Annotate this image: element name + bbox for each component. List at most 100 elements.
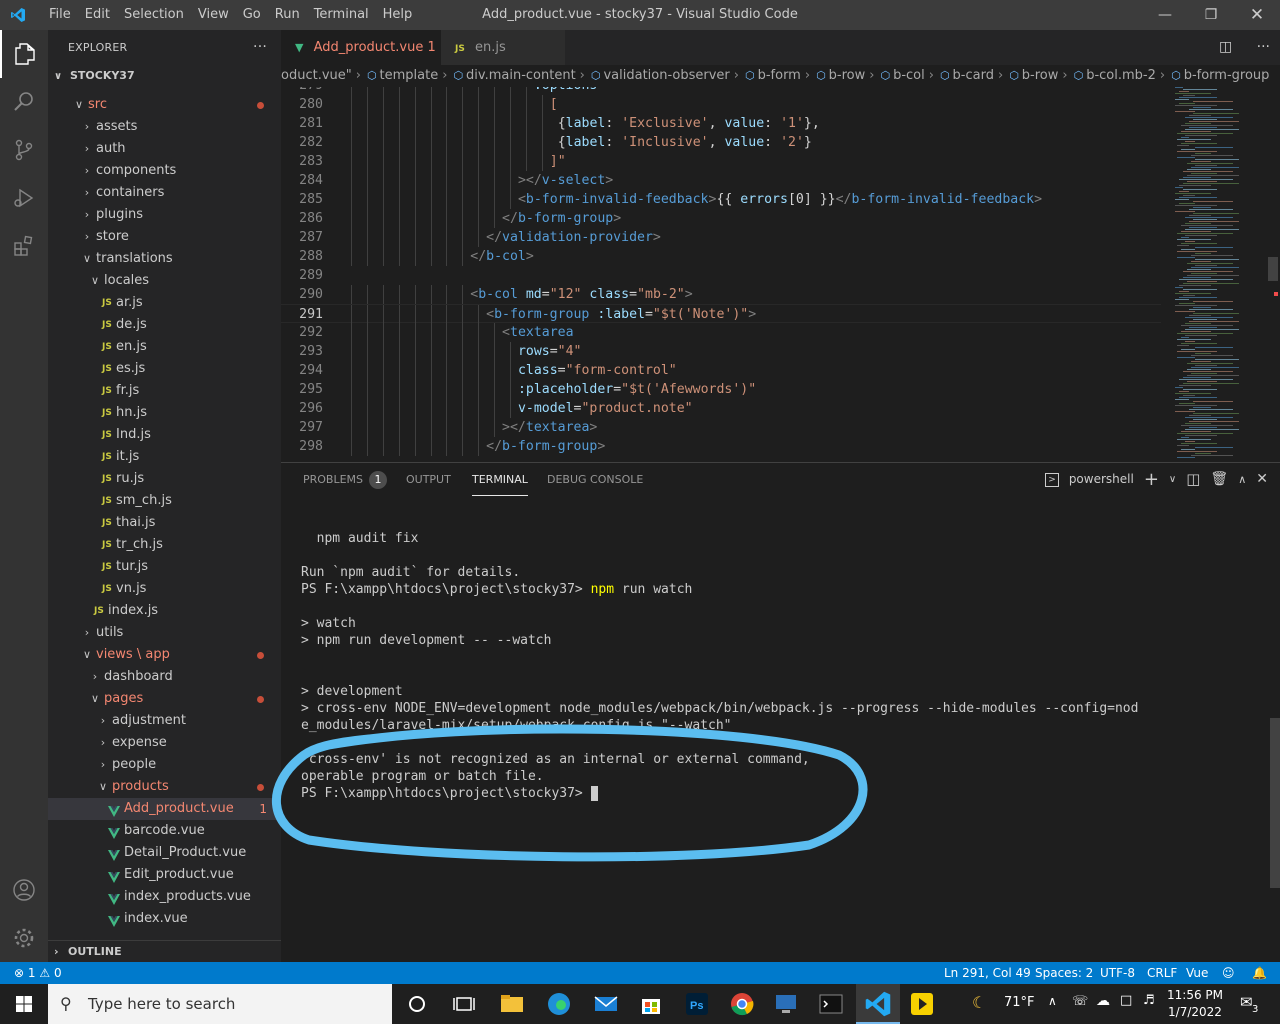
tree-folder[interactable]: ∨ pages	[48, 688, 281, 710]
code-line[interactable]: 295:placeholder="$t('Afewwords')"	[281, 380, 1161, 399]
tree-folder[interactable]: › containers	[48, 182, 281, 204]
restore-icon[interactable]: ❐	[1188, 0, 1234, 30]
mail-icon[interactable]	[592, 990, 620, 1018]
code-line[interactable]: 298 </b-form-group>	[281, 437, 1161, 456]
tree-file[interactable]: JS en.js	[48, 336, 281, 358]
shell-selector[interactable]: powershell	[1069, 463, 1134, 496]
tree-folder[interactable]: › assets	[48, 116, 281, 138]
menu-run[interactable]: Run	[268, 0, 307, 30]
tree-folder[interactable]: ∨ locales	[48, 270, 281, 292]
tree-folder[interactable]: › plugins	[48, 204, 281, 226]
code-line[interactable]: 286 </b-form-group>	[281, 209, 1161, 228]
tree-file[interactable]: JS sm_ch.js	[48, 490, 281, 512]
terminal-app-icon[interactable]	[817, 990, 845, 1018]
tree-folder[interactable]: ∨ products	[48, 776, 281, 798]
media-player-icon[interactable]	[908, 990, 936, 1018]
tree-folder[interactable]: ∨ views \ app	[48, 644, 281, 666]
tree-folder[interactable]: › auth	[48, 138, 281, 160]
tab-output[interactable]: OUTPUT	[406, 463, 451, 496]
chrome-icon[interactable]	[728, 990, 756, 1018]
settings-gear-icon[interactable]	[0, 914, 48, 962]
meet-now-icon[interactable]: ☏	[1072, 994, 1088, 1009]
breadcrumb-item[interactable]: div.main-content	[466, 68, 576, 83]
vscode-taskbar-icon[interactable]	[864, 990, 892, 1018]
tree-file[interactable]: Add_product.vue 1	[48, 798, 281, 820]
search-icon[interactable]	[0, 78, 48, 126]
tree-file[interactable]: JS ar.js	[48, 292, 281, 314]
breadcrumb-item[interactable]: b-card	[953, 68, 994, 83]
tree-file[interactable]: JS fr.js	[48, 380, 281, 402]
code-line[interactable]: 297 ></textarea>	[281, 418, 1161, 437]
tree-file[interactable]: barcode.vue	[48, 820, 281, 842]
breadcrumb-item[interactable]: template	[380, 68, 439, 83]
breadcrumb-item[interactable]: validation-observer	[603, 68, 729, 83]
store-icon[interactable]	[637, 990, 665, 1018]
tab-add-product[interactable]: ▼ Add_product.vue 1	[281, 30, 441, 65]
tree-file[interactable]: JS hn.js	[48, 402, 281, 424]
menu-view[interactable]: View	[191, 0, 236, 30]
network-icon[interactable]: □	[1120, 993, 1132, 1008]
tab-debug-console[interactable]: DEBUG CONSOLE	[547, 463, 643, 496]
notification-center-icon[interactable]: ✉	[1240, 993, 1253, 1011]
split-editor-icon[interactable]: ◫	[1219, 39, 1232, 55]
code-line[interactable]: 283]"	[281, 152, 1161, 171]
tree-folder[interactable]: › expense	[48, 732, 281, 754]
tree-file[interactable]: JS es.js	[48, 358, 281, 380]
breadcrumb-item[interactable]: b-col	[893, 68, 925, 83]
windows-start-icon[interactable]	[10, 990, 38, 1018]
menu-file[interactable]: File	[42, 0, 78, 30]
chevron-down-icon[interactable]: ∨	[1169, 463, 1176, 496]
tree-file[interactable]: JS vn.js	[48, 578, 281, 600]
menu-selection[interactable]: Selection	[117, 0, 191, 30]
minimap[interactable]	[1161, 87, 1266, 459]
editor-scrollbar[interactable]	[1266, 87, 1280, 459]
weather-temp[interactable]: 71°F	[1004, 995, 1035, 1010]
code-line[interactable]: 282 {label: 'Inclusive', value: '2'}	[281, 133, 1161, 152]
tree-file[interactable]: JS Ind.js	[48, 424, 281, 446]
breadcrumb-item[interactable]: b-row	[829, 68, 866, 83]
menu-edit[interactable]: Edit	[78, 0, 117, 30]
tree-folder[interactable]: ∨ src	[48, 94, 281, 116]
chevron-up-icon[interactable]: ∧	[1048, 994, 1057, 1008]
split-terminal-icon[interactable]: ◫	[1186, 463, 1200, 496]
tree-folder[interactable]: › dashboard	[48, 666, 281, 688]
menu-go[interactable]: Go	[236, 0, 268, 30]
remote-desktop-icon[interactable]	[772, 990, 800, 1018]
code-line[interactable]: 288 </b-col>	[281, 247, 1161, 266]
tree-folder[interactable]: › components	[48, 160, 281, 182]
minimize-icon[interactable]: —	[1142, 0, 1188, 30]
close-panel-icon[interactable]: ✕	[1256, 463, 1268, 496]
breadcrumb-item[interactable]: b-form-group	[1184, 68, 1270, 83]
more-actions-icon[interactable]: ···	[1257, 39, 1270, 55]
workspace-root[interactable]: ∨ STOCKY37	[48, 65, 281, 87]
code-line[interactable]: 292 <textarea	[281, 323, 1161, 342]
edge-browser-icon[interactable]	[545, 990, 573, 1018]
code-line[interactable]: 291 <b-form-group :label="$t('Note')">	[281, 304, 1161, 324]
code-line[interactable]: 279:options=	[281, 87, 1161, 95]
tree-file[interactable]: JS thai.js	[48, 512, 281, 534]
code-line[interactable]: 285 <b-form-invalid-feedback>{{ errors[0]…	[281, 190, 1161, 209]
volume-icon[interactable]: ♬	[1143, 993, 1155, 1008]
tab-problems[interactable]: PROBLEMS 1	[303, 463, 388, 496]
tree-file[interactable]: JS tur.js	[48, 556, 281, 578]
extensions-icon[interactable]	[0, 222, 48, 270]
system-clock[interactable]: 11:56 PM 1/7/2022	[1165, 987, 1225, 1021]
more-actions-icon[interactable]: ···	[253, 30, 267, 65]
code-line[interactable]: 296 v-model="product.note"	[281, 399, 1161, 418]
code-line[interactable]: 289	[281, 266, 1161, 285]
tab-terminal[interactable]: TERMINAL	[472, 463, 528, 496]
tree-file[interactable]: index_products.vue	[48, 886, 281, 908]
tree-file[interactable]: JS tr_ch.js	[48, 534, 281, 556]
taskbar-search[interactable]: ⚲ Type here to search	[48, 984, 392, 1024]
feedback-icon[interactable]: ☺	[1222, 962, 1235, 984]
end-of-line[interactable]: CRLF	[1147, 962, 1177, 984]
code-line[interactable]: 280 [	[281, 95, 1161, 114]
code-line[interactable]: 284 ></v-select>	[281, 171, 1161, 190]
code-line[interactable]: 293 rows="4"	[281, 342, 1161, 361]
code-line[interactable]: 294 class="form-control"	[281, 361, 1161, 380]
tree-folder[interactable]: › store	[48, 226, 281, 248]
cortana-icon[interactable]	[403, 990, 431, 1018]
notification-bell-icon[interactable]: 🔔	[1252, 962, 1267, 984]
tree-file[interactable]: JS ru.js	[48, 468, 281, 490]
accounts-icon[interactable]	[0, 866, 48, 914]
